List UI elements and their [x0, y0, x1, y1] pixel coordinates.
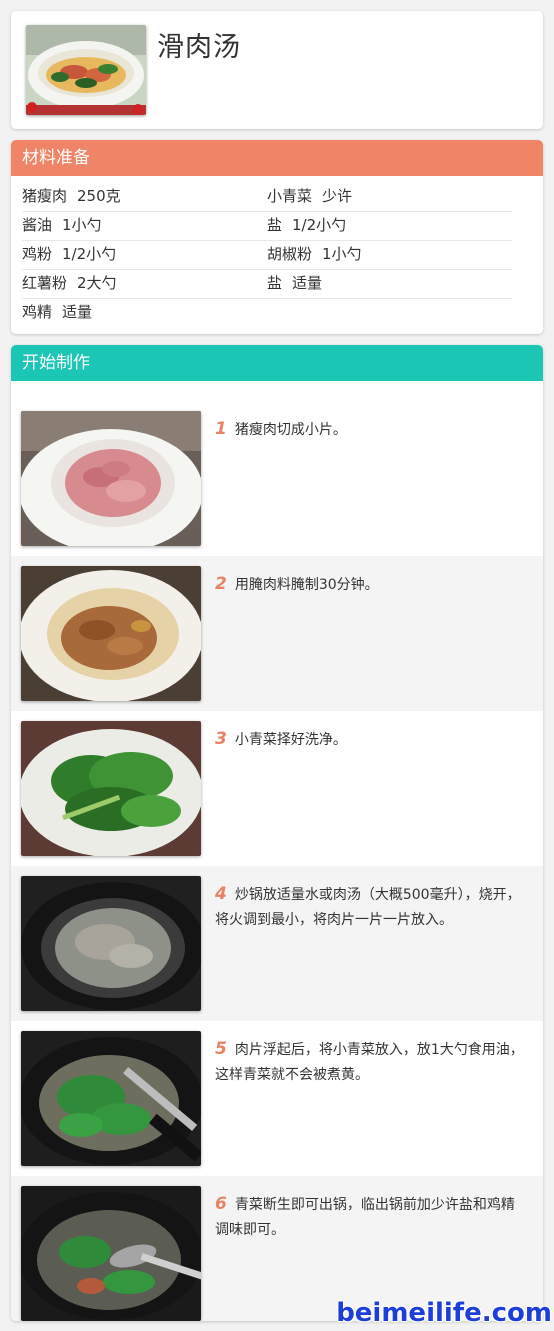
ingredient-qty: 1/2小勺: [292, 216, 347, 234]
ingredient-item: 鸡粉 1/2小勺: [22, 240, 116, 269]
marinated-pork-photo[interactable]: [21, 566, 201, 701]
step-description: 3 小青菜择好洗净。: [215, 727, 525, 753]
ingredient-item: 胡椒粉 1小勺: [267, 240, 362, 269]
ingredient-item: 鸡精 适量: [22, 298, 92, 327]
ingredient-qty: 1小勺: [62, 216, 102, 234]
greens-photo[interactable]: [21, 721, 201, 856]
greens-in-pot-photo[interactable]: [21, 1031, 201, 1166]
step-text: 猪瘦肉切成小片。: [234, 422, 347, 438]
step-description: 5 肉片浮起后，将小青菜放入，放1大勺食用油，这样青菜就不会被煮黄。: [215, 1037, 525, 1088]
ingredient-divider: [267, 298, 512, 299]
recipe-header-card: 滑肉汤: [11, 11, 543, 129]
ingredient-name: 猪瘦肉: [22, 187, 68, 205]
ingredient-qty: 1小勺: [322, 245, 362, 263]
sliced-pork-photo[interactable]: [21, 411, 201, 546]
recipe-cover-photo[interactable]: [26, 25, 146, 115]
boiling-pot-photo[interactable]: [21, 876, 201, 1011]
step-number: 6: [215, 1194, 227, 1214]
step-description: 6 青菜断生即可出锅，临出锅前加少许盐和鸡精调味即可。: [215, 1192, 525, 1243]
ingredient-item: 红薯粉 2大勺: [22, 269, 117, 298]
ingredient-qty: 少许: [322, 187, 353, 205]
step-text: 小青菜择好洗净。: [234, 732, 347, 748]
ingredient-name: 小青菜: [267, 187, 313, 205]
ingredient-name: 胡椒粉: [267, 245, 313, 263]
step-number: 1: [215, 419, 227, 439]
step-description: 2 用腌肉料腌制30分钟。: [215, 572, 525, 598]
step-item: 4 炒锅放适量水或肉汤（大概500毫升），烧开，将火调到最小，将肉片一片一片放入。: [11, 866, 543, 1021]
ingredient-name: 鸡精: [22, 303, 53, 321]
ingredient-item: 盐 1/2小勺: [267, 211, 346, 240]
ingredient-item: 盐适量: [267, 269, 322, 298]
ingredient-item: 猪瘦肉 250克: [22, 182, 121, 211]
step-number: 3: [215, 729, 227, 749]
step-item: 3 小青菜择好洗净。: [11, 711, 543, 866]
ingredient-name: 盐: [267, 216, 283, 234]
recipe-title: 滑肉汤: [157, 32, 241, 63]
ingredients-card: 材料准备 猪瘦肉 250克 小青菜 少许 酱油 1小勺盐 1/2小勺 鸡粉 1/2小勺 胡椒粉 1小…: [11, 140, 543, 334]
ingredient-qty: 适量: [62, 303, 93, 321]
step-text: 用腌肉料腌制30分钟。: [234, 577, 379, 593]
finished-soup-photo[interactable]: [21, 1186, 201, 1321]
ingredient-item: 酱油 1小勺: [22, 211, 102, 240]
ingredient-name: 红薯粉: [22, 274, 68, 292]
ingredient-qty: 适量: [292, 274, 323, 292]
ingredient-name: 盐: [267, 274, 283, 292]
ingredient-qty: 1/2小勺: [62, 245, 117, 263]
ingredient-item: 小青菜 少许: [267, 182, 352, 211]
step-description: 1 猪瘦肉切成小片。: [215, 417, 525, 443]
step-number: 5: [215, 1039, 227, 1059]
step-item: 5 肉片浮起后，将小青菜放入，放1大勺食用油，这样青菜就不会被煮黄。: [11, 1021, 543, 1176]
ingredients-list: 猪瘦肉 250克 小青菜 少许 酱油 1小勺盐 1/2小勺 鸡粉 1/2小勺 胡椒粉 1小勺 红薯粉 2…: [11, 176, 543, 334]
ingredient-qty: 250克: [77, 187, 121, 205]
steps-heading: 开始制作: [11, 345, 543, 381]
ingredient-qty: 2大勺: [77, 274, 117, 292]
step-description: 4 炒锅放适量水或肉汤（大概500毫升），烧开，将火调到最小，将肉片一片一片放入。: [215, 882, 525, 933]
step-item: 2 用腌肉料腌制30分钟。: [11, 556, 543, 711]
step-text: 青菜断生即可出锅，临出锅前加少许盐和鸡精调味即可。: [215, 1197, 515, 1238]
step-number: 4: [215, 884, 227, 904]
step-number: 2: [215, 574, 227, 594]
ingredient-name: 酱油: [22, 216, 53, 234]
step-text: 肉片浮起后，将小青菜放入，放1大勺食用油，这样青菜就不会被煮黄。: [215, 1042, 524, 1083]
step-item: 1 猪瘦肉切成小片。: [11, 401, 543, 556]
ingredients-heading: 材料准备: [11, 140, 543, 176]
ingredient-name: 鸡粉: [22, 245, 53, 263]
steps-card: 开始制作 1 猪瘦肉切成小片。 2 用腌肉料腌制30分钟。 3 小青菜择好洗净。 4 炒锅放适…: [11, 345, 543, 1321]
step-text: 炒锅放适量水或肉汤（大概500毫升），烧开，将火调到最小，将肉片一片一片放入。: [215, 887, 521, 928]
site-watermark: beimeilife.com: [336, 1298, 552, 1328]
